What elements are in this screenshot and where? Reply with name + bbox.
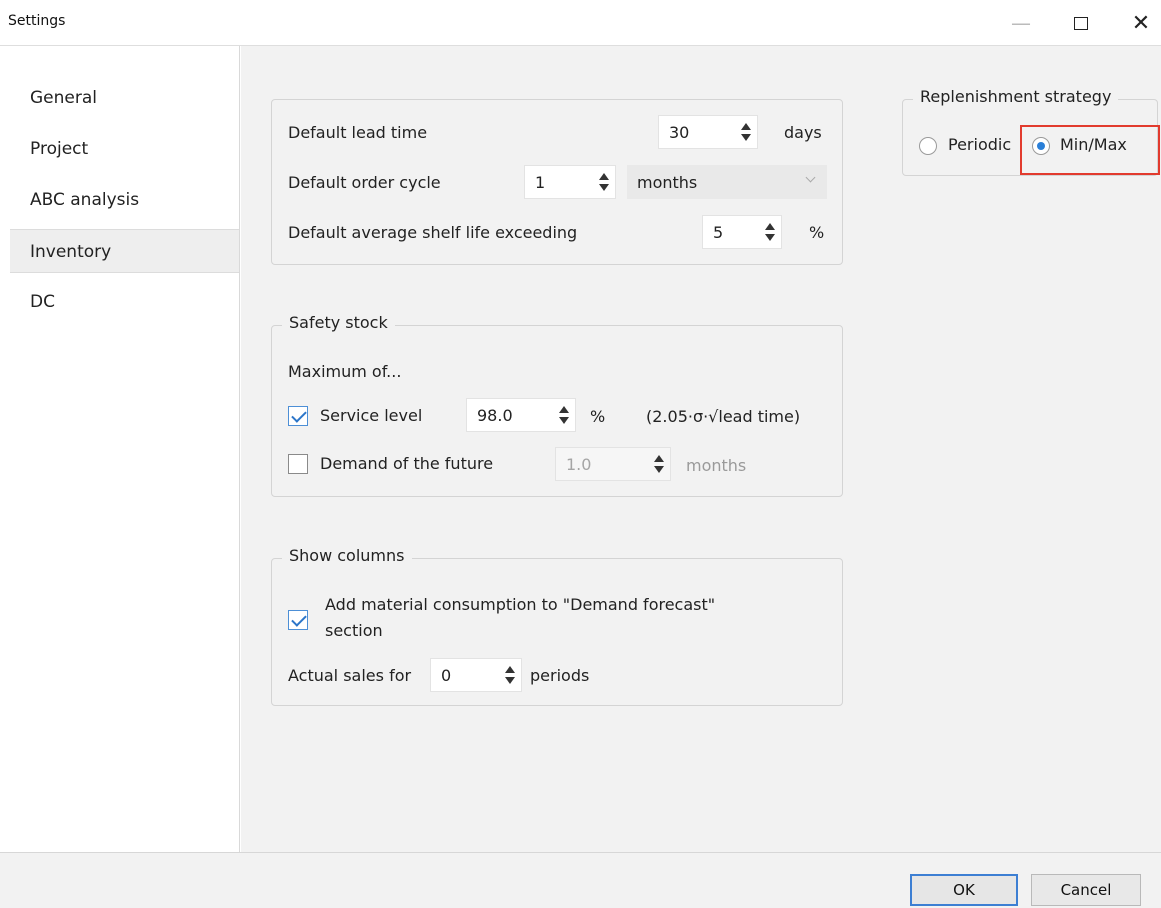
spin-arrows-icon[interactable] bbox=[648, 448, 670, 480]
replenishment-title: Replenishment strategy bbox=[913, 87, 1119, 106]
service-level-checkbox[interactable] bbox=[288, 406, 308, 426]
sidebar-item-abc-analysis[interactable]: ABC analysis bbox=[10, 178, 239, 222]
spin-arrows-icon[interactable] bbox=[735, 116, 757, 148]
sidebar-item-dc[interactable]: DC bbox=[10, 280, 239, 324]
lead-time-unit: days bbox=[784, 123, 822, 142]
close-icon: ✕ bbox=[1131, 10, 1151, 36]
highlight-box bbox=[1020, 125, 1160, 175]
spin-arrows-icon[interactable] bbox=[499, 659, 521, 691]
settings-sidebar: General Project ABC analysis Inventory D… bbox=[0, 46, 240, 852]
service-level-label: Service level bbox=[320, 406, 423, 425]
minimize-icon: — bbox=[1011, 11, 1031, 35]
order-cycle-unit-value: months bbox=[637, 173, 698, 192]
sidebar-item-general[interactable]: General bbox=[10, 76, 239, 120]
safety-stock-title: Safety stock bbox=[282, 313, 395, 332]
demand-future-unit: months bbox=[686, 456, 747, 475]
actual-sales-unit: periods bbox=[530, 666, 590, 685]
demand-future-label: Demand of the future bbox=[320, 454, 494, 473]
maximum-of-label: Maximum of... bbox=[288, 362, 402, 381]
maximize-button[interactable] bbox=[1058, 0, 1104, 46]
sidebar-item-project[interactable]: Project bbox=[10, 127, 239, 171]
sidebar-item-label: Project bbox=[30, 139, 89, 159]
sidebar-item-label: Inventory bbox=[30, 242, 112, 262]
settings-content: Default lead time 30 days Default order … bbox=[241, 46, 1161, 852]
service-level-formula: (2.05·σ·√lead time) bbox=[646, 407, 801, 426]
title-bar: Settings — ✕ bbox=[0, 0, 1161, 46]
demand-future-spinbox[interactable]: 1.0 bbox=[555, 447, 671, 481]
shelf-life-unit: % bbox=[809, 223, 825, 242]
sidebar-item-label: General bbox=[30, 88, 97, 108]
show-columns-group: Show columns Add material consumption to… bbox=[271, 546, 843, 706]
sidebar-item-label: DC bbox=[30, 292, 55, 312]
add-material-checkbox[interactable] bbox=[288, 610, 308, 630]
sidebar-item-label: ABC analysis bbox=[30, 190, 140, 210]
sidebar-item-inventory[interactable]: Inventory bbox=[10, 229, 239, 273]
show-columns-title: Show columns bbox=[282, 546, 412, 565]
shelf-life-value: 5 bbox=[713, 222, 724, 242]
defaults-group: Default lead time 30 days Default order … bbox=[271, 99, 843, 265]
lead-time-value: 30 bbox=[669, 122, 690, 142]
service-level-unit: % bbox=[590, 407, 606, 426]
service-level-spinbox[interactable]: 98.0 bbox=[466, 398, 576, 432]
periodic-radio[interactable] bbox=[919, 137, 937, 155]
shelf-life-label: Default average shelf life exceeding bbox=[288, 223, 578, 242]
window-title: Settings bbox=[8, 13, 66, 29]
safety-stock-group: Safety stock Maximum of... Service level… bbox=[271, 313, 843, 497]
lead-time-spinbox[interactable]: 30 bbox=[658, 115, 758, 149]
spin-arrows-icon[interactable] bbox=[593, 166, 615, 198]
actual-sales-spinbox[interactable]: 0 bbox=[430, 658, 522, 692]
actual-sales-value: 0 bbox=[441, 665, 452, 685]
maximize-icon bbox=[1074, 16, 1088, 30]
lead-time-label: Default lead time bbox=[288, 123, 428, 142]
demand-future-checkbox[interactable] bbox=[288, 454, 308, 474]
close-button[interactable]: ✕ bbox=[1118, 0, 1161, 46]
cancel-button[interactable]: Cancel bbox=[1031, 874, 1141, 906]
chevron-down-icon bbox=[805, 172, 816, 183]
periodic-label: Periodic bbox=[948, 135, 1012, 154]
demand-future-value: 1.0 bbox=[566, 454, 592, 474]
ok-button[interactable]: OK bbox=[910, 874, 1018, 906]
add-material-label-line2: section bbox=[325, 621, 383, 640]
add-material-label-line1: Add material consumption to "Demand fore… bbox=[325, 595, 716, 614]
order-cycle-value: 1 bbox=[535, 172, 546, 192]
actual-sales-label: Actual sales for bbox=[288, 666, 412, 685]
order-cycle-unit-dropdown[interactable]: months bbox=[627, 165, 827, 199]
minimize-button[interactable]: — bbox=[998, 0, 1044, 46]
shelf-life-spinbox[interactable]: 5 bbox=[702, 215, 782, 249]
service-level-value: 98.0 bbox=[477, 405, 513, 425]
spin-arrows-icon[interactable] bbox=[553, 399, 575, 431]
order-cycle-spinbox[interactable]: 1 bbox=[524, 165, 616, 199]
order-cycle-label: Default order cycle bbox=[288, 173, 441, 192]
spin-arrows-icon[interactable] bbox=[759, 216, 781, 248]
dialog-footer: OK Cancel bbox=[0, 852, 1161, 908]
